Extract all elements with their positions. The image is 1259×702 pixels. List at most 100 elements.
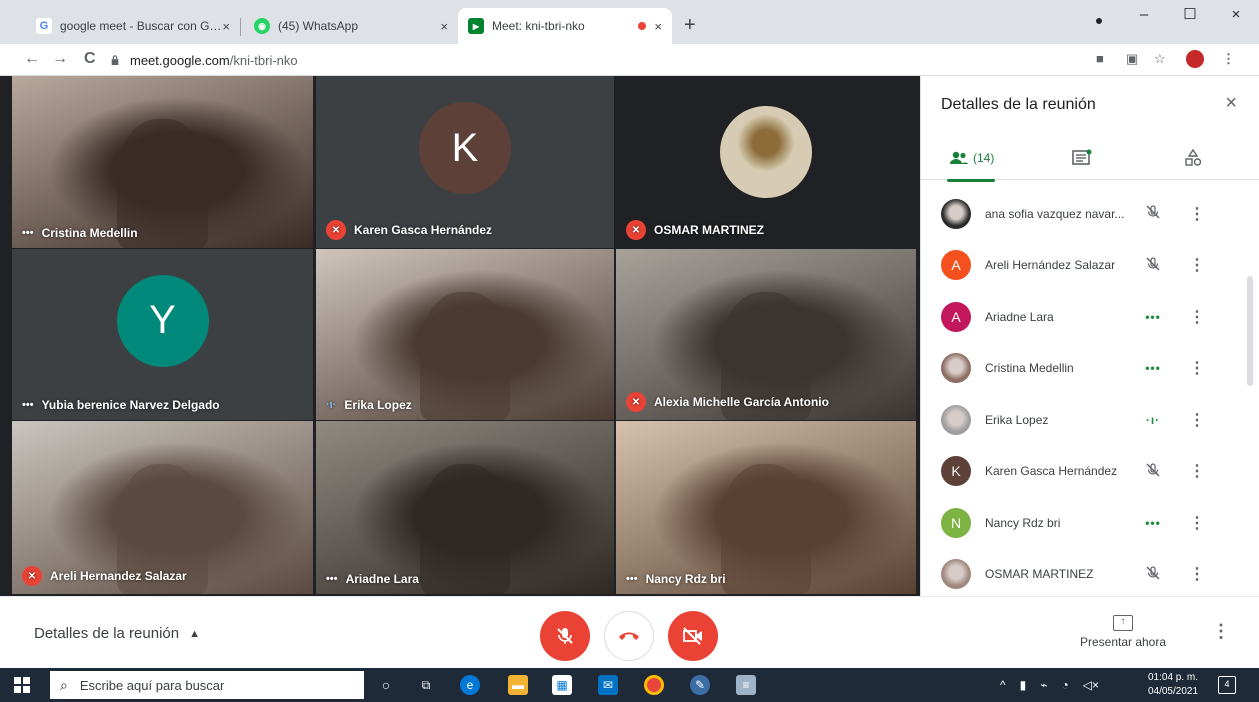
participant-options-icon[interactable]: ⋮ (1189, 255, 1205, 275)
taskbar-search-box[interactable]: ⌕ Escribe aquí para buscar (50, 671, 364, 699)
action-center-icon[interactable]: 4 (1218, 676, 1236, 694)
microphone-toggle-button[interactable] (540, 611, 590, 661)
wifi-icon[interactable]: ◔ (1061, 678, 1068, 692)
forward-button[interactable]: → (52, 50, 68, 68)
back-button[interactable]: ← (24, 50, 40, 68)
url-host: meet.google.com (130, 52, 230, 68)
meeting-controls-bar: Detalles de la reunión ▲ ↑ Presentar aho… (0, 596, 1259, 668)
tab-google-search[interactable]: G google meet - Buscar con Google × (26, 8, 240, 44)
tab-activities[interactable] (1183, 144, 1203, 172)
participant-list-item[interactable]: K Karen Gasca Hernández ⋮ (921, 446, 1259, 498)
participant-list-item[interactable]: N Nancy Rdz bri ••• ⋮ (921, 497, 1259, 549)
cortana-circle-icon[interactable]: ○ (376, 675, 396, 695)
task-view-icon[interactable]: ⧉ (416, 675, 436, 695)
mail-icon[interactable]: ✉ (598, 675, 618, 695)
mic-muted-icon (1143, 565, 1163, 584)
participant-tile[interactable]: ·ı· Erika Lopez (316, 249, 614, 420)
chrome-taskbar-icon[interactable] (644, 675, 664, 695)
audio-dots-icon: ••• (22, 227, 34, 239)
participant-list-item[interactable]: Cristina Medellin ••• ⋮ (921, 343, 1259, 395)
chrome-menu-icon[interactable]: ⋮ (1222, 51, 1235, 67)
network-icon[interactable]: ⌁ (1040, 678, 1047, 692)
participant-tile[interactable]: ••• Cristina Medellin (12, 76, 313, 248)
meeting-details-label: Detalles de la reunión (34, 625, 180, 642)
new-tab-button[interactable]: + (684, 14, 696, 37)
tab-meet-active[interactable]: ▶ Meet: kni-tbri-nko × (458, 8, 672, 44)
cast-icon[interactable]: ▣ (1126, 51, 1138, 67)
audio-dots-icon: ••• (326, 573, 338, 585)
panel-scrollbar[interactable] (1247, 276, 1253, 386)
tab-close-icon[interactable]: × (440, 19, 448, 34)
participant-tile[interactable]: ✕ OSMAR MARTINEZ (616, 76, 916, 248)
account-avatar-icon[interactable] (1186, 50, 1204, 68)
participant-options-icon[interactable]: ⋮ (1189, 461, 1205, 481)
participant-list-item[interactable]: OSMAR MARTINEZ ⋮ (921, 549, 1259, 601)
more-options-icon[interactable]: ⋮ (1212, 621, 1230, 642)
close-window-button[interactable]: × (1213, 0, 1259, 32)
participant-name: Alexia Michelle García Antonio (654, 395, 829, 409)
windows-start-icon[interactable] (14, 677, 30, 693)
panel-tabs: (14) (921, 136, 1259, 182)
participant-avatar (941, 353, 971, 384)
participant-tile[interactable]: Y ••• Yubia berenice Narvez Delgado (12, 249, 313, 420)
bookmark-star-icon[interactable]: ☆ (1154, 51, 1166, 67)
tab-close-icon[interactable]: × (654, 19, 662, 34)
paint-icon[interactable]: ✎ (690, 675, 710, 695)
camera-indicator-icon[interactable]: ■ (1096, 51, 1104, 66)
tab-chat[interactable] (1071, 144, 1093, 172)
participant-tile[interactable]: ••• Ariadne Lara (316, 421, 614, 594)
show-hidden-icons-chevron-icon[interactable]: ^ (1000, 678, 1006, 692)
tab-close-icon[interactable]: × (222, 19, 230, 34)
close-panel-icon[interactable]: × (1225, 92, 1237, 115)
participant-options-icon[interactable]: ⋮ (1189, 564, 1205, 584)
meeting-details-button[interactable]: Detalles de la reunión ▲ (34, 625, 200, 642)
participant-name-label: ••• Cristina Medellin (22, 226, 138, 240)
participant-tile[interactable]: ••• Nancy Rdz bri (616, 421, 916, 594)
participant-photo-avatar (720, 106, 812, 198)
participant-name: Areli Hernandez Salazar (50, 569, 187, 583)
chevron-up-icon: ▲ (189, 627, 200, 640)
camera-toggle-button[interactable] (668, 611, 718, 661)
audio-dots-icon: ••• (626, 573, 638, 585)
meet-favicon-icon: ▶ (468, 18, 484, 34)
chrome-profile-icon[interactable] (1092, 14, 1106, 28)
store-icon[interactable]: ▦ (552, 675, 572, 695)
participant-name: Nancy Rdz bri (645, 572, 726, 586)
maximize-button[interactable]: ☐ (1167, 0, 1213, 32)
taskbar-clock[interactable]: 01:04 p. m. 04/05/2021 (1142, 671, 1204, 699)
participant-video-feed (721, 464, 811, 594)
participant-list-item[interactable]: ana sofia vazquez navar... ⋮ (921, 188, 1259, 240)
participant-options-icon[interactable]: ⋮ (1189, 204, 1205, 224)
participant-list-item[interactable]: A Ariadne Lara ••• ⋮ (921, 291, 1259, 343)
speaking-indicator-icon: ·ı· (326, 399, 337, 411)
participant-options-icon[interactable]: ⋮ (1189, 307, 1205, 327)
leave-call-button[interactable] (604, 611, 654, 661)
file-explorer-icon[interactable]: ▬ (508, 675, 528, 695)
participant-avatar (941, 404, 971, 435)
participant-list-name: OSMAR MARTINEZ (985, 567, 1094, 582)
participant-tile[interactable]: ✕ Alexia Michelle García Antonio (616, 249, 916, 420)
present-now-button[interactable]: ↑ Presentar ahora (1076, 615, 1170, 649)
url-field[interactable]: meet.google.com/kni-tbri-nko (110, 49, 298, 71)
reload-button[interactable]: C (84, 50, 96, 68)
participant-name: Cristina Medellin (41, 226, 138, 240)
edge-browser-icon[interactable]: e (460, 675, 480, 695)
tab-people[interactable]: (14) (946, 144, 996, 182)
url-path: /kni-tbri-nko (229, 52, 298, 68)
participant-tile[interactable]: ✕ Areli Hernandez Salazar (12, 421, 313, 594)
recording-dot-icon (638, 22, 647, 30)
participant-list-item[interactable]: Erika Lopez ·ı· ⋮ (921, 394, 1259, 446)
tab-whatsapp[interactable]: ◉ (45) WhatsApp × (244, 8, 458, 44)
participant-options-icon[interactable]: ⋮ (1189, 410, 1205, 430)
notepad-icon[interactable]: ≡ (736, 675, 756, 695)
google-favicon-icon: G (36, 18, 52, 34)
participant-options-icon[interactable]: ⋮ (1189, 358, 1205, 378)
participant-list-item[interactable]: A Areli Hernández Salazar ⋮ (921, 240, 1259, 292)
participant-tile[interactable]: K ✕ Karen Gasca Hernández (316, 76, 614, 248)
usb-icon[interactable]: ▮ (1020, 678, 1027, 692)
minimize-button[interactable]: – (1121, 0, 1167, 32)
taskbar-search-placeholder: Escribe aquí para buscar (79, 677, 225, 693)
participant-list-name: Erika Lopez (985, 412, 1049, 427)
volume-muted-icon[interactable]: ◁× (1083, 678, 1099, 692)
participant-options-icon[interactable]: ⋮ (1189, 513, 1205, 533)
